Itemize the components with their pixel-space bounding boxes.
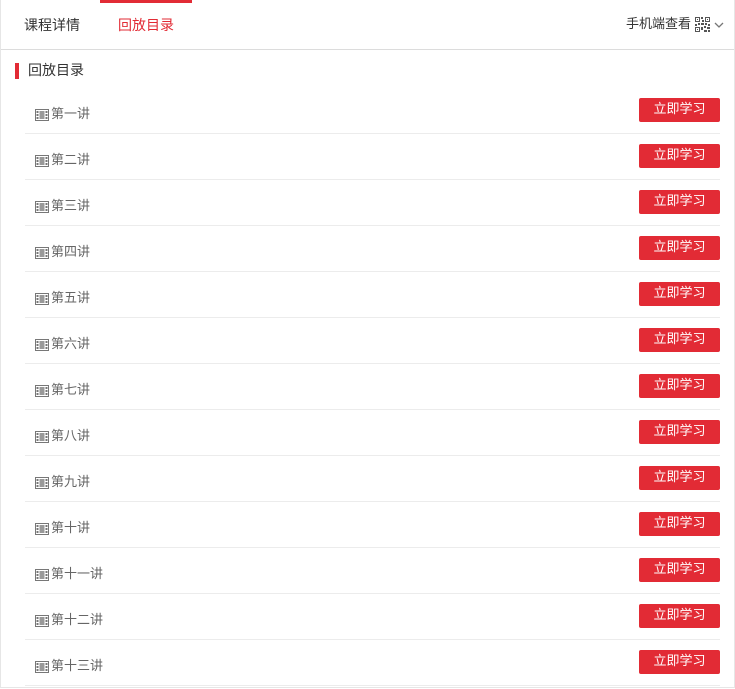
study-now-button[interactable]: 立即学习 (639, 282, 720, 306)
video-icon (35, 109, 49, 121)
lecture-row: 第七讲 立即学习 (25, 364, 720, 410)
lecture-item[interactable]: 第七讲 (35, 383, 90, 399)
lecture-item[interactable]: 第十三讲 (35, 659, 103, 675)
lecture-row: 第三讲 立即学习 (25, 180, 720, 226)
lecture-list: 第一讲 立即学习 第二讲 立即学习 第三讲 立即学习 第四讲 立即学习 第五讲 立即学习 第六讲 立即… (25, 88, 720, 686)
study-now-button[interactable]: 立即学习 (639, 466, 720, 490)
qr-code-icon (695, 17, 710, 32)
study-now-button[interactable]: 立即学习 (639, 420, 720, 444)
video-icon (35, 201, 49, 213)
lecture-row: 第一讲 立即学习 (25, 88, 720, 134)
study-now-button[interactable]: 立即学习 (639, 604, 720, 628)
study-now-button[interactable]: 立即学习 (639, 98, 720, 122)
video-icon (35, 385, 49, 397)
study-now-button[interactable]: 立即学习 (639, 374, 720, 398)
tab-replay-catalog[interactable]: 回放目录 (100, 0, 192, 49)
study-now-button[interactable]: 立即学习 (639, 144, 720, 168)
video-icon (35, 431, 49, 443)
section-title: 回放目录 (15, 63, 84, 79)
lecture-item[interactable]: 第三讲 (35, 199, 90, 215)
lecture-item[interactable]: 第九讲 (35, 475, 90, 491)
lecture-title: 第四讲 (51, 245, 91, 260)
lecture-title: 第十一讲 (51, 567, 104, 582)
study-now-button[interactable]: 立即学习 (639, 558, 720, 582)
lecture-item[interactable]: 第十二讲 (35, 613, 103, 629)
tab-course-details[interactable]: 课程详情 (11, 0, 93, 49)
lecture-item[interactable]: 第十讲 (35, 521, 90, 537)
video-icon (35, 247, 49, 259)
lecture-title: 第八讲 (51, 429, 91, 444)
lecture-row: 第五讲 立即学习 (25, 272, 720, 318)
mobile-view-label: 手机端查看 (625, 17, 691, 32)
video-icon (35, 155, 49, 167)
lecture-title: 第五讲 (51, 291, 91, 306)
chevron-down-icon (714, 22, 724, 28)
lecture-row: 第十讲 立即学习 (25, 502, 720, 548)
mobile-view-toggle[interactable]: 手机端查看 (626, 0, 724, 49)
lecture-item[interactable]: 第五讲 (35, 291, 90, 307)
lecture-item[interactable]: 第十一讲 (35, 567, 103, 583)
lecture-title: 第十三讲 (51, 659, 104, 674)
video-icon (35, 477, 49, 489)
study-now-button[interactable]: 立即学习 (639, 512, 720, 536)
lecture-row: 第八讲 立即学习 (25, 410, 720, 456)
video-icon (35, 661, 49, 673)
lecture-title: 第一讲 (51, 107, 91, 122)
lecture-item[interactable]: 第四讲 (35, 245, 90, 261)
lecture-row: 第二讲 立即学习 (25, 134, 720, 180)
lecture-item[interactable]: 第一讲 (35, 107, 90, 123)
study-now-button[interactable]: 立即学习 (639, 190, 720, 214)
video-icon (35, 523, 49, 535)
lecture-row: 第十一讲 立即学习 (25, 548, 720, 594)
study-now-button[interactable]: 立即学习 (639, 236, 720, 260)
lecture-row: 第十三讲 立即学习 (25, 640, 720, 686)
lecture-title: 第六讲 (51, 337, 91, 352)
lecture-row: 第六讲 立即学习 (25, 318, 720, 364)
lecture-title: 第十讲 (51, 521, 91, 536)
lecture-item[interactable]: 第八讲 (35, 429, 90, 445)
lecture-row: 第十二讲 立即学习 (25, 594, 720, 640)
lecture-row: 第九讲 立即学习 (25, 456, 720, 502)
lecture-row: 第四讲 立即学习 (25, 226, 720, 272)
lecture-title: 第二讲 (51, 153, 91, 168)
lecture-title: 第三讲 (51, 199, 91, 214)
study-now-button[interactable]: 立即学习 (639, 328, 720, 352)
video-icon (35, 615, 49, 627)
video-icon (35, 339, 49, 351)
lecture-item[interactable]: 第二讲 (35, 153, 90, 169)
video-icon (35, 569, 49, 581)
lecture-item[interactable]: 第六讲 (35, 337, 90, 353)
lecture-title: 第九讲 (51, 475, 91, 490)
tab-bar: 课程详情 回放目录 手机端查看 (1, 0, 734, 50)
study-now-button[interactable]: 立即学习 (639, 650, 720, 674)
lecture-title: 第七讲 (51, 383, 91, 398)
lecture-title: 第十二讲 (51, 613, 104, 628)
video-icon (35, 293, 49, 305)
course-panel: 课程详情 回放目录 手机端查看 回放目录 第一讲 立即学习 第二讲 立即学习 第三讲 立即… (0, 0, 735, 688)
